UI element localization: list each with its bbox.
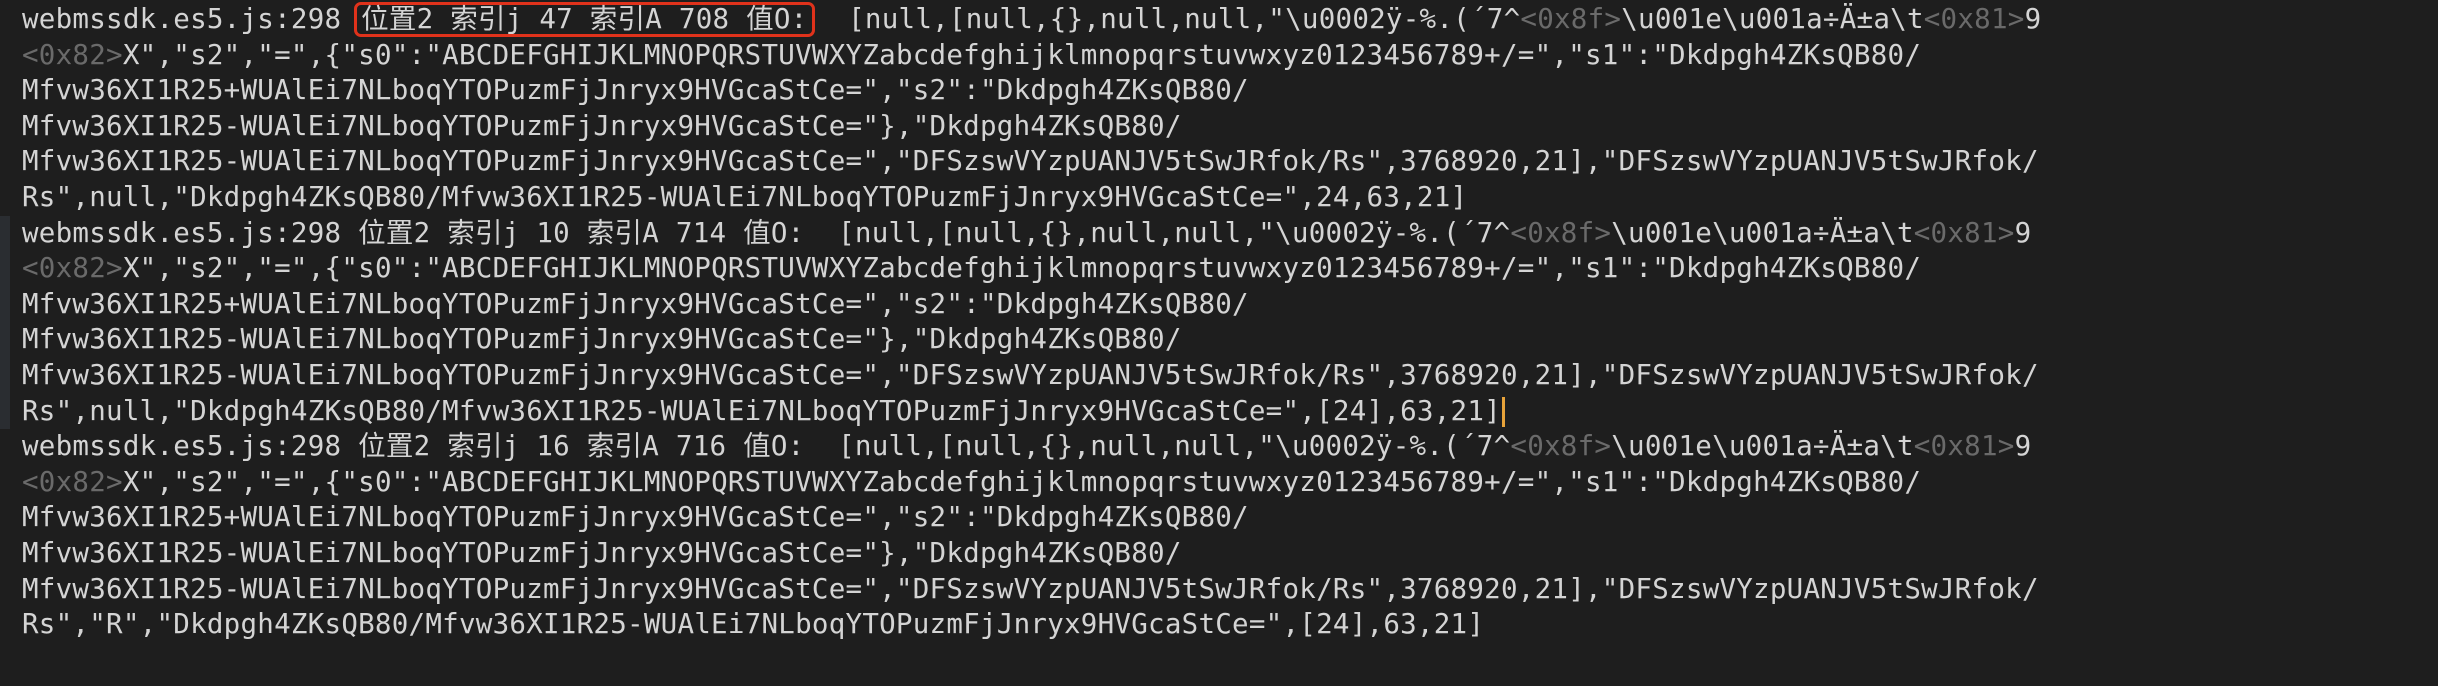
value-text: 9 <box>2014 216 2032 249</box>
log-label: 位置2 索引j 10 索引A 714 值O: <box>358 216 805 249</box>
console-line: Mfvw36XI1R25-WUAlEi7NLboqYTOPuzmFjJnryx9… <box>22 358 2438 394</box>
value-text: \u001e\u001a÷Ä±a\t <box>1621 3 1924 35</box>
console-line: <0x82>X","s2","=",{"s0":"ABCDEFGHIJKLMNO… <box>22 465 2438 501</box>
value-text: \u001e\u001a÷Ä±a\t <box>1611 430 1914 463</box>
console-line: webmssdk.es5.js:298 位置2 索引j 16 索引A 716 值… <box>22 429 2438 465</box>
value-text: 9 <box>2024 3 2042 35</box>
control-char: <0x8f> <box>1510 216 1612 249</box>
console-entry[interactable]: webmssdk.es5.js:298 位置2 索引j 16 索引A 716 值… <box>22 429 2438 643</box>
value-text: Mfvw36XI1R25+WUAlEi7NLboqYTOPuzmFjJnryx9… <box>22 501 1249 534</box>
log-label: 位置2 索引j 16 索引A 716 值O: <box>358 430 805 463</box>
value-text: \u001e\u001a÷Ä±a\t <box>1611 216 1914 249</box>
control-char: <0x82> <box>22 38 123 71</box>
console-line: webmssdk.es5.js:298 位置2 索引j 10 索引A 714 值… <box>22 216 2438 252</box>
console-entry[interactable]: webmssdk.es5.js:298 位置2 索引j 47 索引A 708 值… <box>22 2 2438 216</box>
value-text: Rs",null,"Dkdpgh4ZKsQB80/Mfvw36XI1R25-WU… <box>22 180 1468 213</box>
console-output: webmssdk.es5.js:298 位置2 索引j 47 索引A 708 值… <box>0 0 2438 686</box>
control-char: <0x82> <box>22 465 123 498</box>
console-line: Mfvw36XI1R25-WUAlEi7NLboqYTOPuzmFjJnryx9… <box>22 109 2438 145</box>
highlighted-log-label: 位置2 索引j 47 索引A 708 值O: <box>354 2 815 37</box>
console-line: Mfvw36XI1R25-WUAlEi7NLboqYTOPuzmFjJnryx9… <box>22 322 2438 358</box>
console-line: Mfvw36XI1R25-WUAlEi7NLboqYTOPuzmFjJnryx9… <box>22 572 2438 608</box>
value-text: Mfvw36XI1R25-WUAlEi7NLboqYTOPuzmFjJnryx9… <box>22 572 2039 605</box>
value-text: Mfvw36XI1R25-WUAlEi7NLboqYTOPuzmFjJnryx9… <box>22 536 1182 569</box>
value-text: [null,[null,{},null,null,"\u0002ÿ-%.(´7^ <box>848 3 1521 35</box>
value-text: [null,[null,{},null,null,"\u0002ÿ-%.(´7^ <box>838 216 1511 249</box>
console-line: <0x82>X","s2","=",{"s0":"ABCDEFGHIJKLMNO… <box>22 38 2438 74</box>
console-line: Mfvw36XI1R25-WUAlEi7NLboqYTOPuzmFjJnryx9… <box>22 536 2438 572</box>
value-text: X","s2","=",{"s0":"ABCDEFGHIJKLMNOPQRSTU… <box>122 38 1922 71</box>
console-line: Mfvw36XI1R25+WUAlEi7NLboqYTOPuzmFjJnryx9… <box>22 287 2438 323</box>
value-text: Mfvw36XI1R25+WUAlEi7NLboqYTOPuzmFjJnryx9… <box>22 74 1249 107</box>
control-char: <0x81> <box>1913 430 2015 463</box>
console-line: Mfvw36XI1R25-WUAlEi7NLboqYTOPuzmFjJnryx9… <box>22 144 2438 180</box>
value-text: Mfvw36XI1R25-WUAlEi7NLboqYTOPuzmFjJnryx9… <box>22 358 2039 391</box>
control-char: <0x8f> <box>1510 430 1612 463</box>
value-text: X","s2","=",{"s0":"ABCDEFGHIJKLMNOPQRSTU… <box>122 465 1922 498</box>
control-char: <0x82> <box>22 252 123 285</box>
console-line: <0x82>X","s2","=",{"s0":"ABCDEFGHIJKLMNO… <box>22 251 2438 287</box>
console-line: Rs","R","Dkdpgh4ZKsQB80/Mfvw36XI1R25-WUA… <box>22 607 2438 643</box>
console-entry[interactable]: webmssdk.es5.js:298 位置2 索引j 10 索引A 714 值… <box>0 215 2438 430</box>
text-caret <box>1501 396 1505 427</box>
value-text: 9 <box>2014 430 2032 463</box>
source-link[interactable]: webmssdk.es5.js:298 <box>22 3 341 35</box>
value-text: Mfvw36XI1R25+WUAlEi7NLboqYTOPuzmFjJnryx9… <box>22 287 1249 320</box>
source-link[interactable]: webmssdk.es5.js:298 <box>22 430 341 462</box>
console-line: Rs",null,"Dkdpgh4ZKsQB80/Mfvw36XI1R25-WU… <box>22 394 2438 430</box>
control-char: <0x81> <box>1923 3 2025 35</box>
value-text: Mfvw36XI1R25-WUAlEi7NLboqYTOPuzmFjJnryx9… <box>22 109 1182 142</box>
entry-selection-rule <box>0 215 10 430</box>
console-line: Rs",null,"Dkdpgh4ZKsQB80/Mfvw36XI1R25-WU… <box>22 180 2438 216</box>
value-text: X","s2","=",{"s0":"ABCDEFGHIJKLMNOPQRSTU… <box>122 252 1922 285</box>
console-line: Mfvw36XI1R25+WUAlEi7NLboqYTOPuzmFjJnryx9… <box>22 500 2438 536</box>
control-char: <0x8f> <box>1520 3 1622 35</box>
value-text: Mfvw36XI1R25-WUAlEi7NLboqYTOPuzmFjJnryx9… <box>22 323 1182 356</box>
value-text: Rs","R","Dkdpgh4ZKsQB80/Mfvw36XI1R25-WUA… <box>22 608 1485 641</box>
value-text: [null,[null,{},null,null,"\u0002ÿ-%.(´7^ <box>838 430 1511 463</box>
console-line: Mfvw36XI1R25+WUAlEi7NLboqYTOPuzmFjJnryx9… <box>22 73 2438 109</box>
value-text: Mfvw36XI1R25-WUAlEi7NLboqYTOPuzmFjJnryx9… <box>22 145 2039 178</box>
console-line: webmssdk.es5.js:298 位置2 索引j 47 索引A 708 值… <box>22 2 2438 38</box>
control-char: <0x81> <box>1913 216 2015 249</box>
value-text: Rs",null,"Dkdpgh4ZKsQB80/Mfvw36XI1R25-WU… <box>22 394 1501 427</box>
source-link[interactable]: webmssdk.es5.js:298 <box>22 217 341 249</box>
